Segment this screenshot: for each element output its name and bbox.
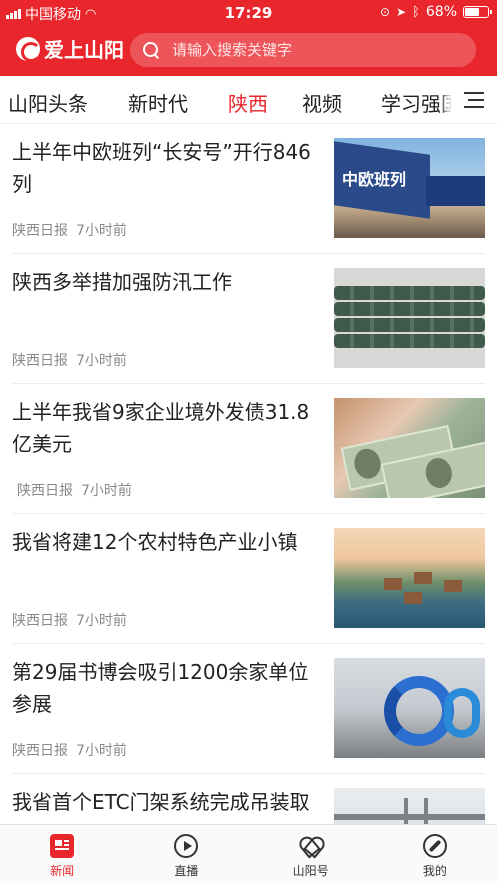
live-icon bbox=[174, 834, 199, 858]
article-source: 陕西日报 bbox=[12, 223, 68, 239]
tab-video[interactable]: 视频 bbox=[302, 88, 342, 117]
article-list: 上半年中欧班列“长安号”开行846列 陕西日报 7小时前 中欧班列 陕西多举措加强… bbox=[0, 124, 497, 824]
app-header: 中国移动 ◠ 17:29 ⊙ ➤ ᛒ 68% 爱上山阳 bbox=[0, 0, 497, 76]
article-title: 上半年我省9家企业境外发债31.8亿美元 bbox=[12, 400, 310, 456]
list-item[interactable]: 我省首个ETC门架系统完成吊装取消高速公路省界收费站工程已 bbox=[0, 774, 497, 824]
article-source: 陕西日报 bbox=[17, 483, 73, 499]
bluetooth-icon: ᛒ bbox=[412, 4, 420, 20]
tabbar-label: 直播 bbox=[174, 864, 199, 878]
app-logo: 爱上山阳 bbox=[16, 34, 124, 63]
compass-icon bbox=[422, 834, 447, 858]
bottom-tab-bar: 新闻 直播 山阳号 我的 bbox=[0, 824, 497, 883]
list-item[interactable]: 上半年中欧班列“长安号”开行846列 陕西日报 7小时前 中欧班列 bbox=[0, 124, 497, 254]
etc-gantry-image bbox=[334, 788, 485, 824]
search-icon bbox=[142, 41, 160, 59]
train-image: 中欧班列 bbox=[334, 138, 485, 238]
tabbar-live[interactable]: 直播 bbox=[124, 825, 248, 883]
list-item[interactable]: 陕西多举措加强防汛工作 陕西日报 7小时前 bbox=[0, 254, 497, 384]
article-time: 7小时前 bbox=[76, 223, 127, 239]
sandbags-image bbox=[334, 268, 485, 368]
tabbar-shanyang[interactable]: 山阳号 bbox=[249, 825, 373, 883]
article-title: 我省将建12个农村特色产业小镇 bbox=[12, 530, 298, 554]
battery-icon bbox=[463, 6, 492, 18]
news-icon bbox=[50, 834, 75, 858]
list-item[interactable]: 上半年我省9家企业境外发债31.8亿美元 陕西日报 7小时前 bbox=[0, 384, 497, 514]
article-title: 陕西多举措加强防汛工作 bbox=[12, 270, 232, 294]
article-meta: 陕西日报 7小时前 bbox=[12, 220, 127, 240]
shanyang-icon bbox=[299, 834, 323, 858]
article-meta: 陕西日报 7小时前 bbox=[12, 350, 127, 370]
article-meta: 陕西日报 7小时前 bbox=[12, 740, 127, 760]
tabbar-label: 我的 bbox=[422, 864, 447, 878]
orientation-lock-icon: ⊙ bbox=[379, 5, 390, 19]
battery-percent: 68% bbox=[425, 4, 457, 20]
channel-tabs: 山阳头条 新时代 陕西 视频 学习强国 bbox=[0, 76, 497, 124]
tab-new-era[interactable]: 新时代 bbox=[128, 88, 188, 117]
article-source: 陕西日报 bbox=[12, 613, 68, 629]
article-meta: 陕西日报 7小时前 bbox=[12, 610, 127, 630]
tabbar-label: 新闻 bbox=[50, 864, 75, 878]
tab-xuexi-qiangguo[interactable]: 学习强国 bbox=[381, 88, 461, 117]
tabbar-label: 山阳号 bbox=[292, 864, 329, 878]
logo-text: 爱上山阳 bbox=[44, 38, 124, 62]
expo-image bbox=[334, 658, 485, 758]
article-time: 7小时前 bbox=[76, 613, 127, 629]
town-image bbox=[334, 528, 485, 628]
tab-shaanxi[interactable]: 陕西 bbox=[228, 88, 268, 117]
tab-shanyang-headlines[interactable]: 山阳头条 bbox=[8, 88, 88, 117]
status-bar: 中国移动 ◠ 17:29 ⊙ ➤ ᛒ 68% bbox=[0, 0, 497, 26]
tabbar-news[interactable]: 新闻 bbox=[0, 825, 124, 883]
article-source: 陕西日报 bbox=[12, 353, 68, 369]
list-item[interactable]: 我省将建12个农村特色产业小镇 陕西日报 7小时前 bbox=[0, 514, 497, 644]
article-title: 第29届书博会吸引1200余家单位参展 bbox=[12, 660, 309, 716]
search-input[interactable] bbox=[172, 41, 452, 59]
list-item[interactable]: 第29届书博会吸引1200余家单位参展 陕西日报 7小时前 bbox=[0, 644, 497, 774]
location-icon: ➤ bbox=[396, 5, 407, 19]
article-time: 7小时前 bbox=[76, 743, 127, 759]
search-bar[interactable] bbox=[130, 33, 476, 67]
article-meta: 陕西日报 7小时前 bbox=[17, 480, 132, 500]
article-title: 我省首个ETC门架系统完成吊装取消高速公路省界收费站工程已 bbox=[12, 790, 310, 824]
tabbar-mine[interactable]: 我的 bbox=[373, 825, 497, 883]
article-time: 7小时前 bbox=[76, 353, 127, 369]
article-time: 7小时前 bbox=[81, 483, 132, 499]
article-source: 陕西日报 bbox=[12, 743, 68, 759]
logo-mark-icon bbox=[16, 36, 41, 62]
article-title: 上半年中欧班列“长安号”开行846列 bbox=[12, 140, 311, 196]
money-image bbox=[334, 398, 485, 498]
channel-menu-icon[interactable] bbox=[451, 76, 497, 123]
